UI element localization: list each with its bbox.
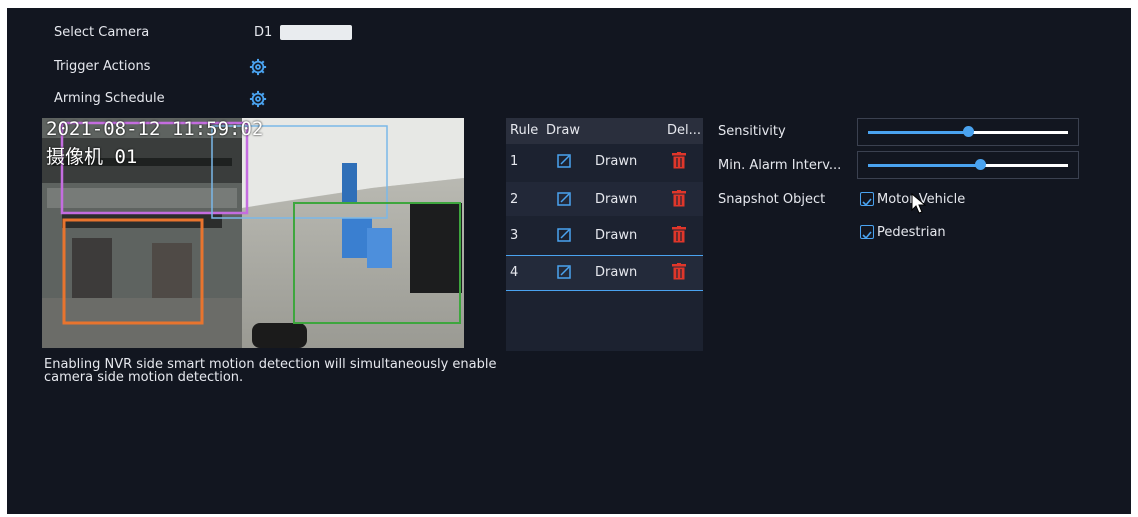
mouse-cursor-icon bbox=[911, 193, 927, 214]
select-camera-label: Select Camera bbox=[54, 25, 150, 40]
delete-icon[interactable] bbox=[672, 226, 686, 243]
rule-row-3[interactable]: 3 Drawn bbox=[506, 218, 703, 252]
preview-timestamp: 2021-08-12 11:59:02 bbox=[46, 118, 264, 140]
trigger-actions-gear-icon[interactable] bbox=[249, 58, 267, 76]
checkmark-icon bbox=[862, 198, 872, 207]
slider-knob[interactable] bbox=[962, 126, 974, 137]
preview-osd-title: 摄像机 01 bbox=[46, 146, 138, 168]
redacted-camera-name bbox=[280, 25, 352, 40]
delete-column-header: Del... bbox=[667, 123, 702, 138]
pedestrian-label[interactable]: Pedestrian bbox=[877, 225, 946, 240]
camera-preview[interactable]: 2021-08-12 11:59:02 摄像机 01 bbox=[42, 118, 464, 348]
rule-status: Drawn bbox=[595, 265, 638, 280]
camera-name[interactable]: D1 bbox=[254, 25, 272, 40]
rule-row-2[interactable]: 2 Drawn bbox=[506, 182, 703, 216]
rule-number: 1 bbox=[510, 154, 519, 169]
trigger-actions-label: Trigger Actions bbox=[54, 59, 151, 74]
rule-row-1[interactable]: 1 Drawn bbox=[506, 144, 703, 178]
rules-table-header: Rule Draw Del... bbox=[506, 118, 703, 144]
arming-schedule-gear-icon[interactable] bbox=[249, 90, 267, 108]
rule-status: Drawn bbox=[595, 154, 638, 169]
slider-knob[interactable] bbox=[974, 159, 986, 170]
draw-icon[interactable] bbox=[557, 228, 571, 242]
rule-column-header: Rule bbox=[510, 123, 539, 138]
draw-icon[interactable] bbox=[557, 265, 571, 279]
sensitivity-slider[interactable] bbox=[857, 118, 1079, 146]
arming-schedule-label: Arming Schedule bbox=[54, 91, 165, 106]
snapshot-object-label: Snapshot Object bbox=[718, 192, 826, 207]
rule-number: 3 bbox=[510, 228, 519, 243]
motor-vehicle-checkbox[interactable] bbox=[860, 192, 874, 207]
min-alarm-interval-label: Min. Alarm Interv... bbox=[718, 158, 842, 173]
delete-icon[interactable] bbox=[672, 190, 686, 207]
rule-status: Drawn bbox=[595, 192, 638, 207]
min-alarm-interval-slider[interactable] bbox=[857, 151, 1079, 179]
sensitivity-label: Sensitivity bbox=[718, 124, 786, 139]
draw-icon[interactable] bbox=[557, 192, 571, 206]
rules-table: Rule Draw Del... 1 Drawn 2 Drawn 3 Drawn… bbox=[506, 118, 703, 351]
rule-row-4-selected[interactable]: 4 Drawn bbox=[506, 255, 703, 291]
rule-status: Drawn bbox=[595, 228, 638, 243]
slider-fill bbox=[868, 131, 968, 134]
draw-column-header: Draw bbox=[546, 123, 580, 138]
checkmark-icon bbox=[862, 231, 872, 240]
rule-number: 4 bbox=[510, 265, 519, 280]
rule-number: 2 bbox=[510, 192, 519, 207]
draw-icon[interactable] bbox=[557, 154, 571, 168]
pedestrian-checkbox[interactable] bbox=[860, 225, 874, 240]
delete-icon[interactable] bbox=[672, 152, 686, 169]
slider-fill bbox=[868, 164, 980, 167]
delete-icon[interactable] bbox=[672, 263, 686, 280]
detection-note: Enabling NVR side smart motion detection… bbox=[44, 357, 497, 385]
